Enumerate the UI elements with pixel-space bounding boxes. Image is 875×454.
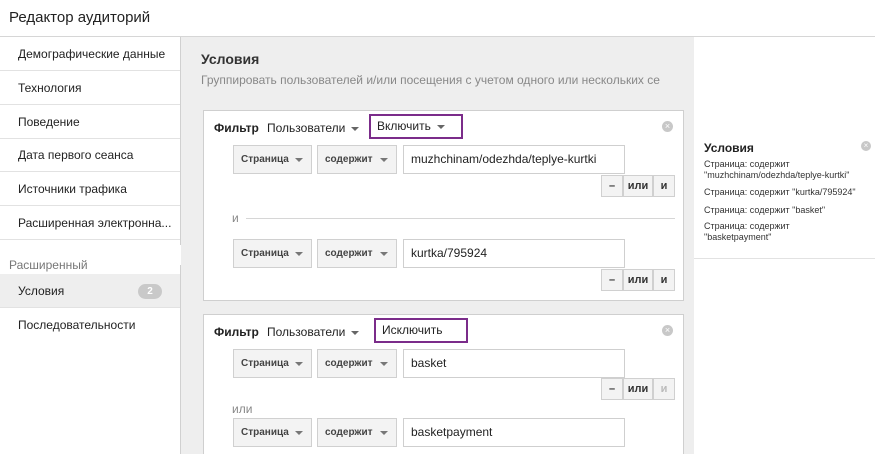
summary-title: Условия [704, 141, 754, 155]
close-icon[interactable]: × [662, 325, 673, 336]
remove-condition-button[interactable]: – [601, 269, 623, 291]
joiner-label: или [232, 402, 253, 416]
and-button[interactable]: и [653, 378, 675, 400]
operator-value: содержит [325, 358, 373, 369]
chevron-down-icon [295, 158, 303, 162]
scope-dropdown[interactable]: Пользователи [267, 325, 360, 339]
sidebar-item-sequences[interactable]: Последовательности [0, 308, 180, 342]
operator-dropdown[interactable]: содержит [317, 349, 397, 378]
summary-panel-column: Условия × Страница: содержит "muzhchinam… [694, 37, 875, 454]
summary-line: Страница: содержит [704, 159, 790, 169]
filter-label: Фильтр [214, 121, 259, 135]
dimension-value: Страница [241, 248, 289, 259]
dimension-dropdown[interactable]: Страница [233, 145, 312, 174]
value-input[interactable]: basket [403, 349, 625, 378]
summary-line: Страница: содержит [704, 221, 790, 231]
operator-value: содержит [325, 154, 373, 165]
mode-value: Исключить [382, 323, 443, 337]
operator-value: содержит [325, 427, 373, 438]
chevron-down-icon [380, 158, 388, 162]
chevron-down-icon [351, 126, 360, 131]
sidebar-item-demographics[interactable]: Демографические данные [0, 37, 180, 71]
operator-dropdown[interactable]: содержит [317, 145, 397, 174]
value-input[interactable]: kurtka/795924 [403, 239, 625, 268]
count-badge: 2 [138, 284, 162, 299]
scope-dropdown[interactable]: Пользователи [267, 121, 360, 135]
include-dropdown[interactable]: Включить [369, 114, 463, 139]
sidebar-item-traffic-sources[interactable]: Источники трафика [0, 172, 180, 206]
summary-line: Страница: содержит "kurtka/795924" [704, 187, 856, 197]
section-subtitle: Группировать пользователей и/или посещен… [201, 73, 660, 87]
chevron-down-icon [351, 330, 360, 335]
remove-condition-button[interactable]: – [601, 175, 623, 197]
dimension-value: Страница [241, 358, 289, 369]
chevron-down-icon [436, 124, 445, 129]
filter-block-exclude: Фильтр Пользователи Исключить × Страница… [203, 314, 684, 454]
filter-block-include: Фильтр Пользователи Включить × Страница … [203, 110, 684, 301]
or-button[interactable]: или [623, 378, 653, 400]
dimension-dropdown[interactable]: Страница [233, 418, 312, 447]
operator-value: содержит [325, 248, 373, 259]
mode-value: Включить [377, 119, 431, 133]
summary-line: Страница: содержит "basket" [704, 205, 826, 215]
exclude-dropdown[interactable]: Исключить [374, 318, 468, 354]
sidebar-item-behavior[interactable]: Поведение [0, 105, 180, 139]
conditions-editor: Условия Группировать пользователей и/или… [181, 37, 694, 454]
summary-panel: Условия × Страница: содержит "muzhchinam… [694, 135, 875, 259]
chevron-down-icon [295, 431, 303, 435]
sidebar-item-label: Условия [18, 284, 65, 298]
or-button[interactable]: или [623, 269, 653, 291]
and-button[interactable]: и [653, 269, 675, 291]
scope-value: Пользователи [267, 325, 346, 339]
sidebar: Демографические данные Технология Поведе… [0, 37, 181, 454]
remove-condition-button[interactable]: – [601, 378, 623, 400]
value-input[interactable]: basketpayment [403, 418, 625, 447]
or-button[interactable]: или [623, 175, 653, 197]
chevron-down-icon [295, 362, 303, 366]
sidebar-item-first-session-date[interactable]: Дата первого сеанса [0, 138, 180, 172]
dimension-dropdown[interactable]: Страница [233, 349, 312, 378]
sidebar-item-conditions[interactable]: Условия 2 [0, 274, 180, 308]
chevron-down-icon [295, 252, 303, 256]
operator-dropdown[interactable]: содержит [317, 239, 397, 268]
divider [246, 218, 675, 219]
value-input[interactable]: muzhchinam/odezhda/teplye-kurtki [403, 145, 625, 174]
close-icon[interactable]: × [861, 141, 871, 151]
joiner-label: и [232, 211, 239, 225]
and-button[interactable]: и [653, 175, 675, 197]
sidebar-section-advanced: Расширенный [9, 258, 88, 272]
scope-value: Пользователи [267, 121, 346, 135]
title-bar: Редактор аудиторий [0, 0, 875, 37]
sidebar-item-technology[interactable]: Технология [0, 71, 180, 105]
chevron-down-icon [380, 362, 388, 366]
summary-line: "basketpayment" [704, 232, 772, 242]
filter-label: Фильтр [214, 325, 259, 339]
close-icon[interactable]: × [662, 121, 673, 132]
section-heading: Условия [201, 51, 260, 67]
dimension-value: Страница [241, 427, 289, 438]
operator-dropdown[interactable]: содержит [317, 418, 397, 447]
sidebar-item-enhanced-ecommerce[interactable]: Расширенная электронна... [0, 206, 180, 240]
page-title: Редактор аудиторий [9, 9, 151, 26]
chevron-down-icon [380, 431, 388, 435]
summary-line: "muzhchinam/odezhda/teplye-kurtki" [704, 170, 850, 180]
dimension-value: Страница [241, 154, 289, 165]
chevron-down-icon [380, 252, 388, 256]
dimension-dropdown[interactable]: Страница [233, 239, 312, 268]
